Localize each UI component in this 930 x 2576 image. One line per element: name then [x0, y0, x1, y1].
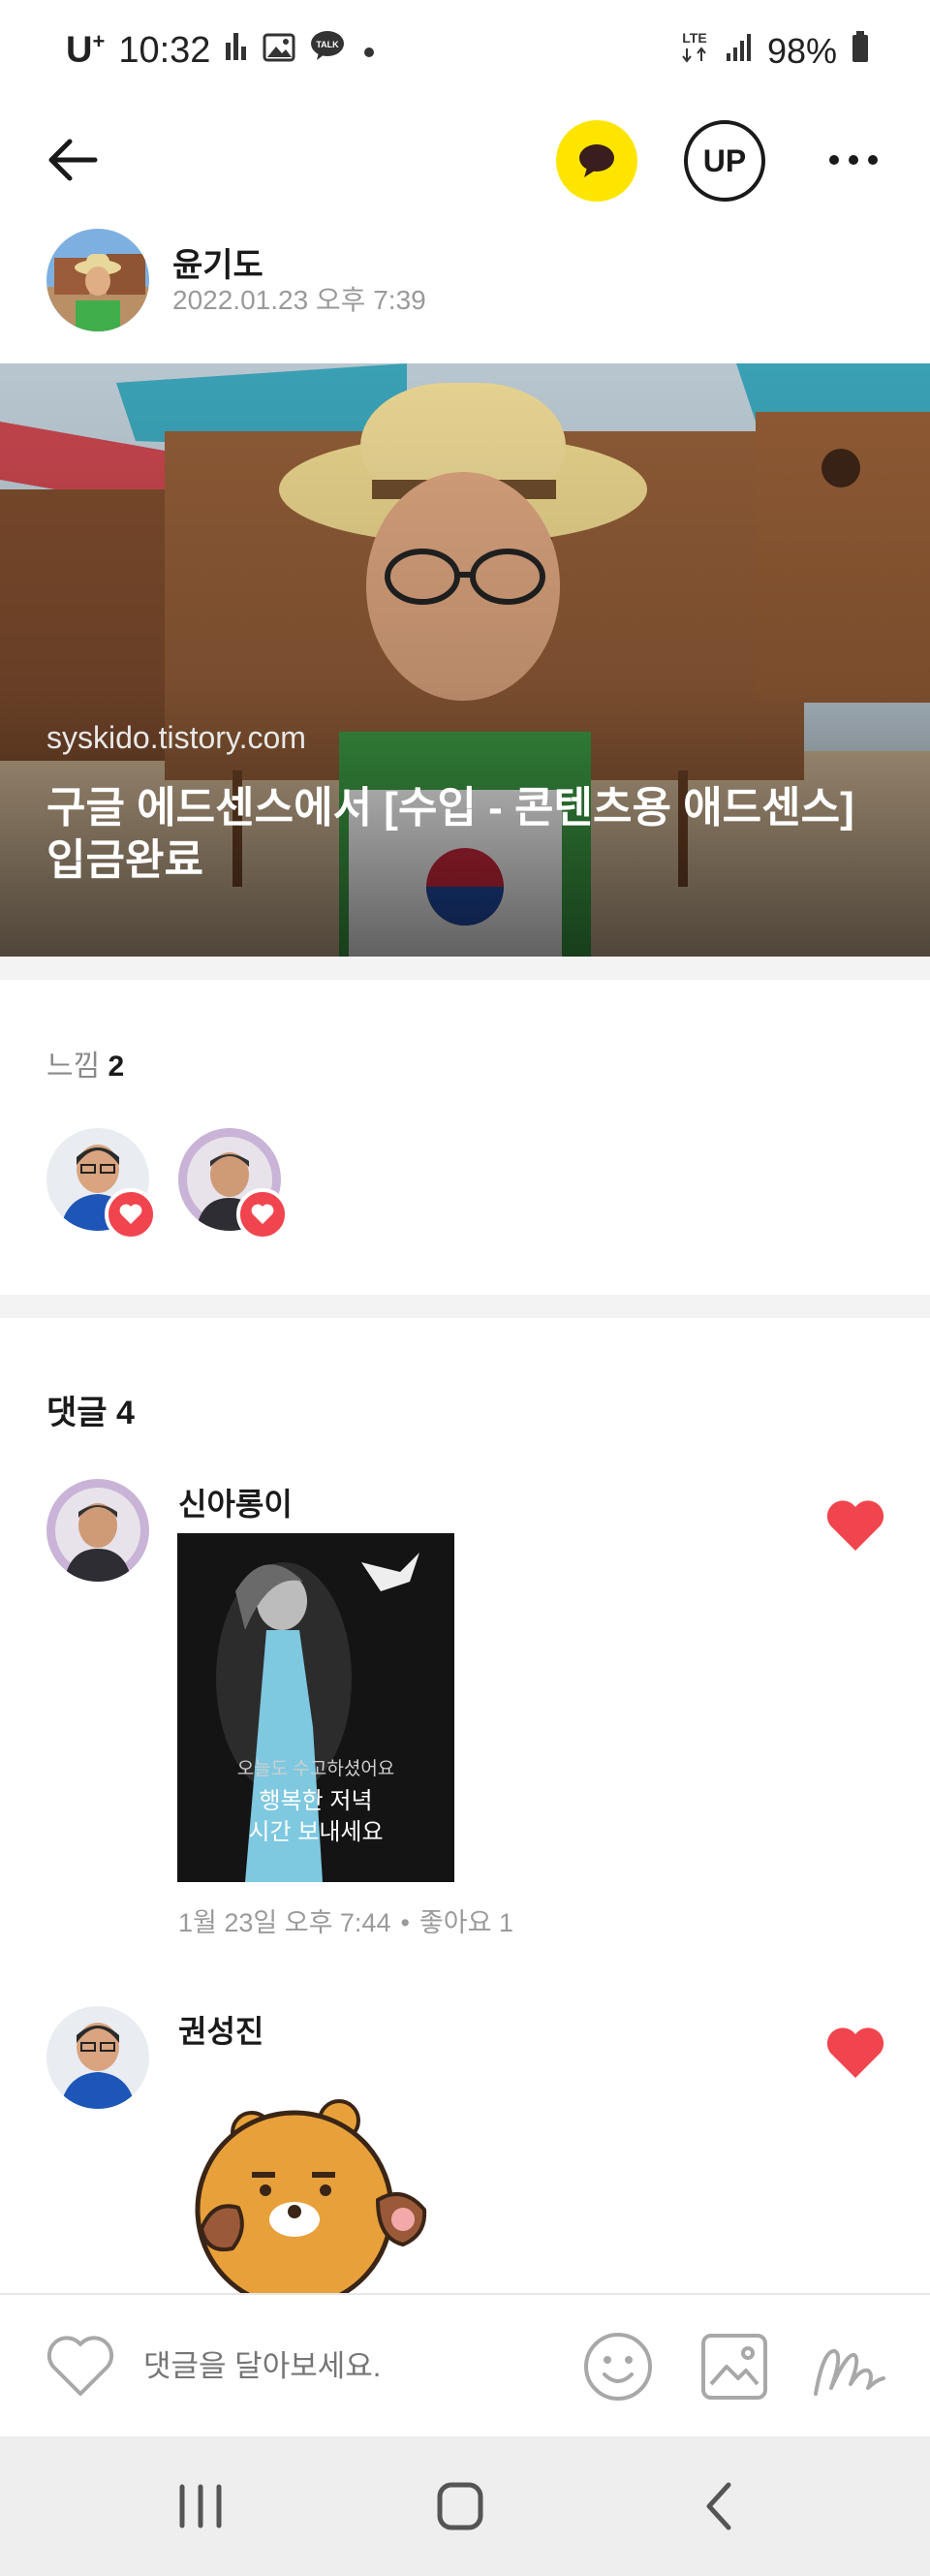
heart-icon	[119, 1204, 142, 1224]
handwriting-button[interactable]	[810, 2330, 887, 2403]
commenter-avatar[interactable]	[46, 2006, 149, 2109]
author-avatar[interactable]	[46, 229, 149, 331]
image-caption-line: 오늘도 수고하셨어요	[236, 1759, 395, 1779]
comment-input-bar	[0, 2293, 930, 2436]
link-preview-card[interactable]: syskido.tistory.com 구글 에드센스에서 [수입 - 콘텐츠용…	[0, 363, 930, 957]
feeling-user-avatar[interactable]	[46, 1128, 157, 1241]
signature-icon	[814, 2349, 885, 2396]
feelings-header[interactable]: 느낌 2	[46, 1042, 124, 1084]
image-caption-line: 시간 보내세요	[248, 1819, 384, 1845]
post-author-header: 윤기도 2022.01.23 오후 7:39	[0, 225, 930, 341]
battery-icon	[851, 30, 870, 72]
svg-text:LTE: LTE	[682, 30, 706, 46]
section-divider	[0, 957, 930, 980]
arrow-left-icon	[48, 139, 98, 181]
up-button[interactable]: UP	[684, 120, 765, 202]
commenter-name[interactable]: 권성진	[178, 2007, 264, 2052]
comment-input[interactable]	[143, 2343, 550, 2390]
chevron-left-icon	[706, 2482, 731, 2530]
heart-filled-icon	[826, 1500, 884, 1551]
comments-header: 댓글 4	[46, 1395, 135, 1431]
lte-icon: LTE	[678, 29, 711, 73]
status-bar: U+ 10:32 TALK LTE 98%	[0, 0, 930, 107]
ryan-sticker[interactable]	[194, 2093, 475, 2297]
more-notifications-dot-icon	[359, 30, 379, 72]
more-dots-icon	[829, 155, 839, 165]
attach-photo-button[interactable]	[698, 2330, 771, 2403]
comment-meta: 1월 23일 오후 7:44 • 좋아요 1	[178, 1908, 513, 1937]
data-usage-icon	[224, 29, 249, 72]
image-caption-line: 행복한 저녁	[259, 1788, 373, 1814]
signal-icon	[725, 31, 754, 72]
top-app-bar: UP	[0, 107, 930, 213]
comment-image[interactable]: 오늘도 수고하셨어요 행복한 저녁 시간 보내세요	[177, 1533, 454, 1882]
system-back-button[interactable]	[686, 2477, 754, 2535]
back-button[interactable]	[39, 128, 116, 192]
speech-bubble-icon	[579, 144, 614, 177]
commenter-avatar[interactable]	[46, 1479, 149, 1582]
comment-like-button[interactable]	[823, 2024, 887, 2082]
emoticon-button[interactable]	[581, 2330, 655, 2403]
comment-like-button[interactable]	[823, 1496, 887, 1555]
kakaotalk-share-button[interactable]	[556, 120, 637, 202]
status-bar-left: U+ 10:32 TALK	[66, 29, 379, 72]
clock: 10:32	[118, 29, 211, 71]
recent-apps-button[interactable]	[167, 2477, 234, 2535]
link-domain: syskido.tistory.com	[46, 720, 306, 755]
smiley-icon	[584, 2333, 652, 2401]
home-icon	[437, 2482, 483, 2530]
link-title: 구글 에드센스에서 [수입 - 콘텐츠용 애드센스] 입금완료	[46, 784, 854, 884]
section-divider	[0, 1295, 930, 1318]
heart-icon	[251, 1204, 274, 1224]
heart-reaction-badge	[105, 1188, 157, 1241]
recents-icon	[179, 2484, 222, 2529]
carrier-label: U+	[66, 29, 106, 71]
heart-outline-icon	[46, 2336, 114, 2396]
system-navigation-bar	[0, 2436, 930, 2576]
status-bar-right: LTE 98%	[678, 29, 870, 73]
battery-percent: 98%	[766, 30, 837, 71]
post-date: 2022.01.23 오후 7:39	[172, 285, 426, 315]
home-button[interactable]	[426, 2477, 494, 2535]
feeling-user-avatar[interactable]	[178, 1128, 289, 1241]
svg-text:TALK: TALK	[317, 40, 340, 49]
post-like-button[interactable]	[45, 2332, 116, 2400]
comment-likes[interactable]: 좋아요 1	[419, 1908, 513, 1937]
comment-time: 1월 23일 오후 7:44	[178, 1908, 391, 1937]
commenter-name[interactable]: 신아롱이	[178, 1480, 293, 1524]
heart-reaction-badge	[236, 1188, 289, 1241]
gallery-notification-icon	[263, 30, 295, 72]
heart-filled-icon	[826, 2027, 884, 2078]
more-options-button[interactable]	[820, 136, 887, 184]
kakaotalk-notification-icon: TALK	[309, 29, 346, 72]
image-icon	[701, 2334, 767, 2400]
